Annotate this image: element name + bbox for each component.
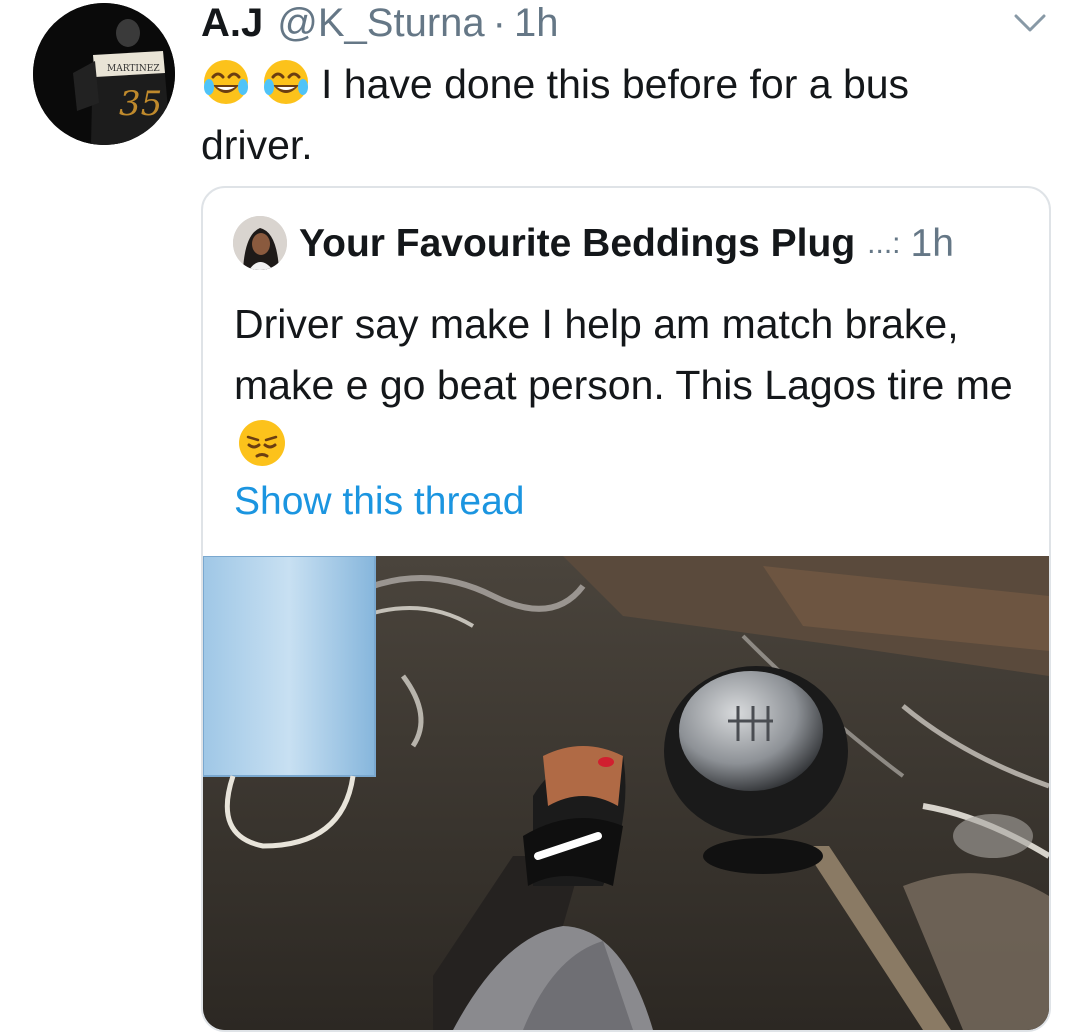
author-avatar[interactable]: MARTINEZ 35 [33,3,175,145]
truncation-ellipsis: ...: [867,227,901,260]
quoted-tweet-header: Your Favourite Beddings Plug ...: 1h [299,218,954,270]
avatar-image: MARTINEZ 35 [33,3,175,145]
quoted-tweet-photo[interactable] [203,555,1049,1030]
quoted-tweet-text-body: Driver say make I help am match brake, m… [234,301,1013,408]
face-with-tears-of-joy-icon [201,57,251,107]
quoted-timestamp[interactable]: 1h [911,222,954,266]
quoted-display-name[interactable]: Your Favourite Beddings Plug [299,222,855,266]
user-handle[interactable]: @K_Sturna [277,1,484,46]
tweet-text: I have done this before for a bus driver… [201,54,1031,176]
quoted-author-avatar[interactable] [233,216,287,270]
svg-text:MARTINEZ: MARTINEZ [107,64,160,74]
quoted-tweet-text: Driver say make I help am match brake, m… [234,294,1024,477]
tweet-timestamp[interactable]: 1h [514,1,559,46]
face-with-tears-of-joy-icon [261,57,311,107]
quoted-tweet-card[interactable]: Your Favourite Beddings Plug ...: 1h Dri… [201,186,1051,1032]
display-name[interactable]: A.J [201,1,263,46]
photo-car-pedals-gear-stick-icon [203,555,1049,1030]
svg-text:35: 35 [119,84,162,124]
chevron-down-icon[interactable] [1010,8,1050,36]
pensive-face-icon [236,417,288,469]
tweet-header: A.J @K_Sturna · 1h [201,0,558,46]
show-thread-link[interactable]: Show this thread [234,480,525,524]
separator-dot: · [492,0,506,45]
